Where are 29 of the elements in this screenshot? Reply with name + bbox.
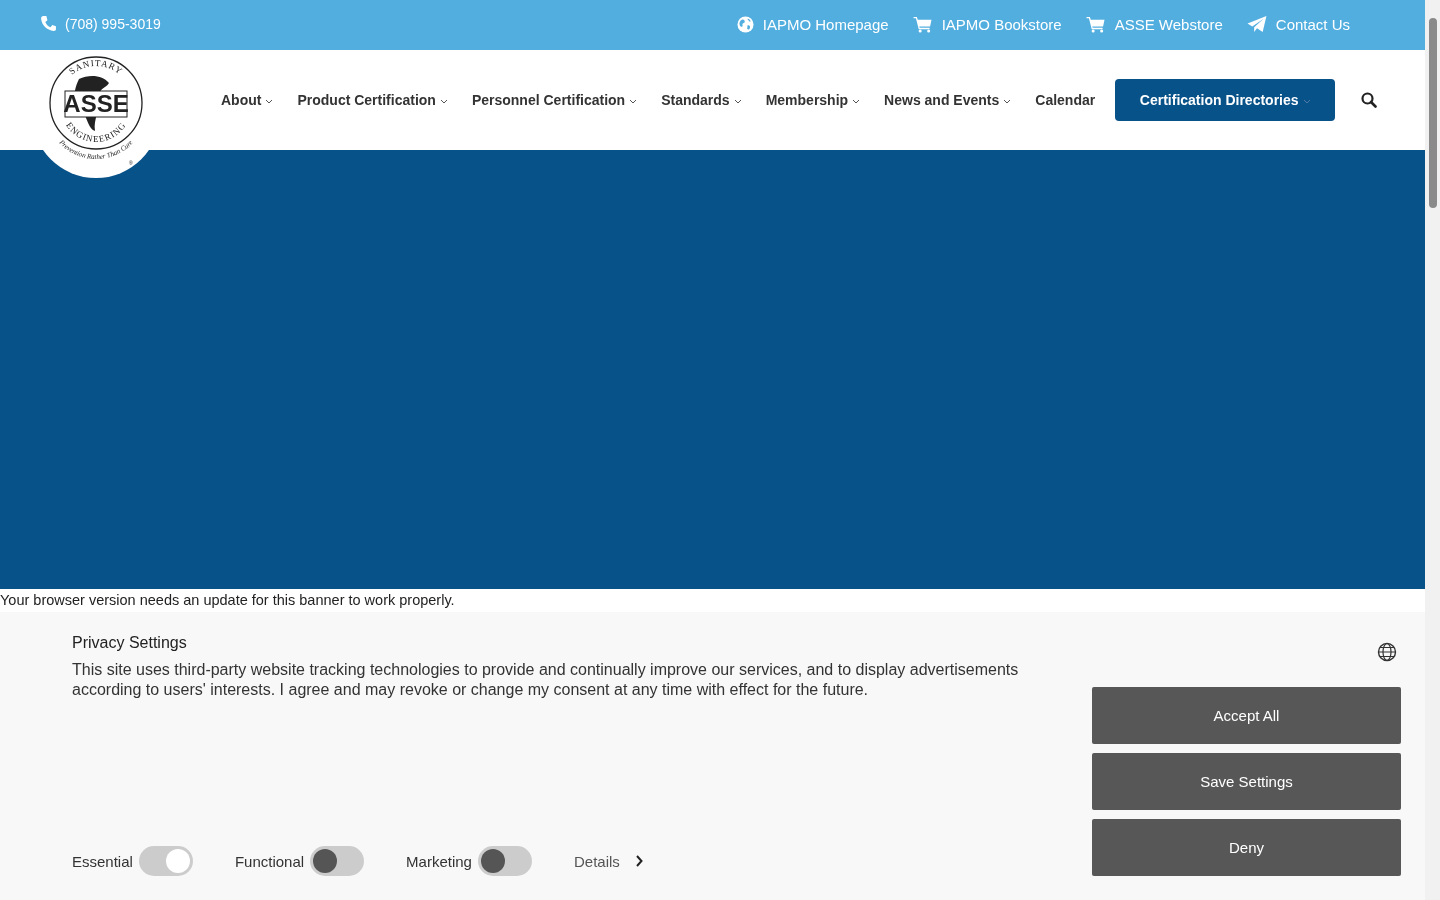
search-icon[interactable] [1361,91,1378,108]
privacy-title: Privacy Settings [72,634,188,652]
toggle-label: Functional [234,852,305,870]
language-globe-icon[interactable] [1377,642,1397,662]
toggle-label: Marketing [406,852,472,870]
toggle-label: Essential [72,852,133,870]
nav-link[interactable]: Product Certification [297,91,448,108]
details-link[interactable]: Details [573,852,620,870]
nav-link[interactable]: About [221,91,274,108]
consent-button[interactable]: Deny [1092,819,1401,876]
nav-link[interactable]: Calendar [1035,91,1096,108]
nav-link[interactable]: News and Events [884,91,1012,108]
globe-icon [736,16,754,34]
toggle-switch[interactable] [477,846,532,876]
paper-plane-icon [1246,16,1267,34]
cart-icon [1085,16,1106,34]
consent-button[interactable]: Accept All [1092,687,1401,744]
phone-icon [40,15,57,33]
nav-link[interactable]: Standards [661,91,742,108]
certification-directories-button[interactable]: Certification Directories [1115,78,1336,121]
nav-link[interactable]: Membership [765,91,861,108]
privacy-text: This site uses third-party website tracking technologies to provide and continually improve our services, and to display advertisements according to users' interests. I agree and may revoke or change my consent at any time with effect for the future. [72,660,1020,700]
toggle-switch[interactable] [138,846,193,876]
scrollbar[interactable] [1425,0,1440,900]
toggle-switch[interactable] [310,846,365,876]
consent-button[interactable]: Save Settings [1092,753,1401,810]
chevron-right-icon[interactable] [634,855,643,867]
nav-link[interactable]: Personnel Certification [471,91,638,108]
cart-icon [912,16,933,34]
